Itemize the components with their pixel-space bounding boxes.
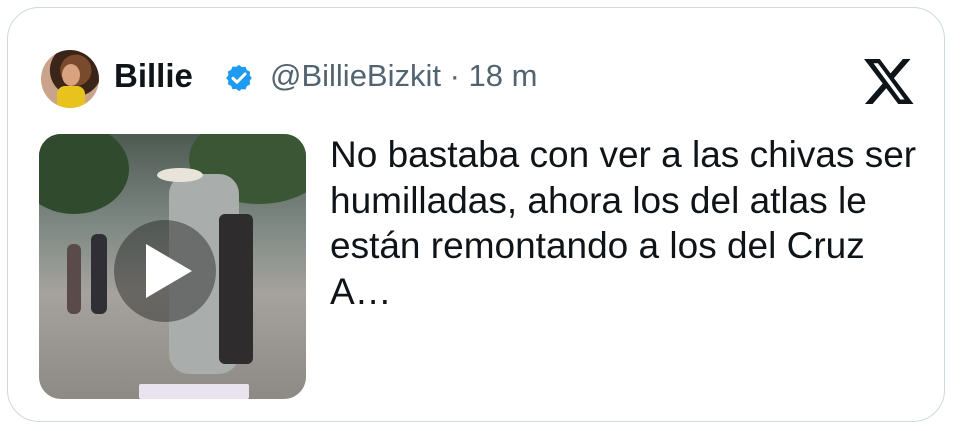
author-name[interactable]: Billie xyxy=(114,56,193,96)
author-handle-time[interactable]: @BillieBizkit · 18 m xyxy=(270,56,537,96)
tweet-text[interactable]: No bastaba con ver a las chivas ser humi… xyxy=(330,132,930,314)
verified-badge-icon xyxy=(226,64,252,92)
play-icon xyxy=(146,244,192,298)
avatar[interactable] xyxy=(41,50,99,108)
video-thumbnail[interactable] xyxy=(39,134,306,399)
tweet-card[interactable]: Billie @BillieBizkit · 18 m No bastaba c… xyxy=(7,7,945,422)
x-logo-icon[interactable] xyxy=(862,54,916,108)
